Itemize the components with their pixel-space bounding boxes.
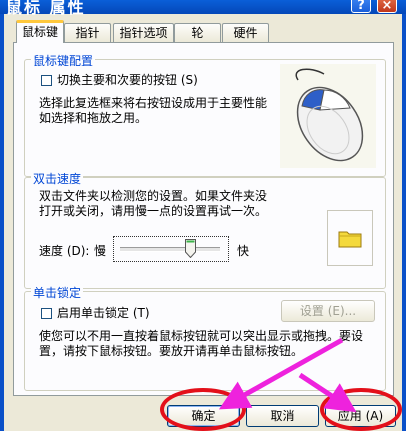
arrow-to-apply-icon [298,372,357,413]
annotation-arrows [218,337,357,413]
tab-buttons[interactable]: 鼠标键 [16,20,64,43]
